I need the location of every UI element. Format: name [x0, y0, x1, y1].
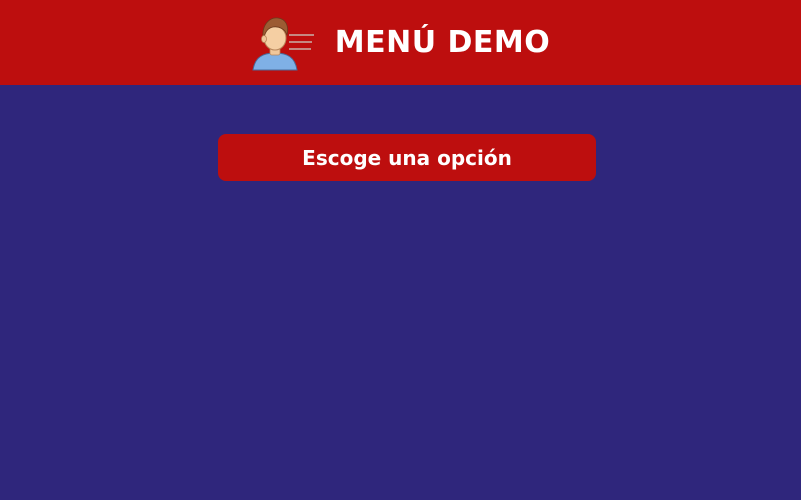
user-avatar-icon	[252, 17, 314, 70]
page-title: MENÚ DEMO	[334, 25, 551, 60]
choose-option-label: Escoge una opción	[302, 145, 512, 170]
app-page: MENÚ DEMO Escoge una opción	[0, 0, 801, 500]
header-content: MENÚ DEMO	[251, 15, 551, 71]
header-bar: MENÚ DEMO	[0, 0, 801, 85]
choose-option-button[interactable]: Escoge una opción	[218, 134, 596, 181]
